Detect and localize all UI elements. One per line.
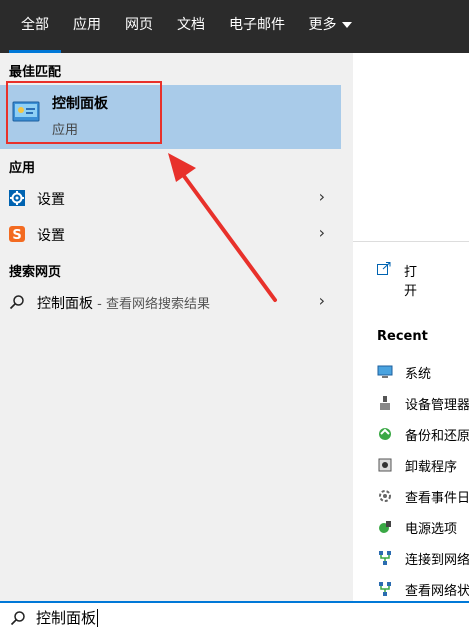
recent-item-label: 设备管理器 <box>405 398 469 413</box>
svg-text:S: S <box>12 228 21 242</box>
recent-item-label: 连接到网络 <box>405 553 469 568</box>
recent-item-label: 电源选项 <box>405 522 458 537</box>
results-pane: 最佳匹配 控制面板 应用 应用 设置 › S 设置 › 搜索网页 控制面板 - … <box>0 53 341 601</box>
recent-item-connect-network[interactable]: 连接到网络 <box>377 549 469 569</box>
gear-icon <box>9 190 25 206</box>
web-search-item[interactable]: 控制面板 - 查看网络搜索结果 › <box>0 285 341 321</box>
uninstall-icon <box>378 458 392 472</box>
search-input[interactable] <box>36 608 336 626</box>
recent-item-backup-restore[interactable]: 备份和还原 <box>377 425 469 445</box>
event-viewer-icon <box>379 490 391 502</box>
open-label: 打开 <box>404 265 418 299</box>
recent-item-label: 查看网络状 <box>405 584 469 599</box>
chevron-right-icon[interactable]: › <box>319 223 325 242</box>
top-nav: 全部 应用 网页 文档 电子邮件 更多 <box>0 0 469 53</box>
tab-web[interactable]: 网页 <box>118 0 160 53</box>
open-icon <box>377 262 391 275</box>
device-manager-icon <box>380 396 390 410</box>
recent-item-power-options[interactable]: 电源选项 <box>377 518 469 538</box>
recent-item-network-status[interactable]: 查看网络状 <box>377 580 469 600</box>
best-match-heading: 最佳匹配 <box>9 65 62 80</box>
chevron-right-icon[interactable]: › <box>319 187 325 206</box>
web-search-heading: 搜索网页 <box>9 265 62 280</box>
recent-item-system[interactable]: 系统 <box>377 363 469 383</box>
app-item-sogou-settings[interactable]: S 设置 › <box>0 217 341 253</box>
tab-apps-label: 应用 <box>73 17 101 33</box>
recent-item-label: 查看事件日 <box>405 491 469 506</box>
tab-all[interactable]: 全部 <box>9 0 61 53</box>
power-options-icon <box>379 521 391 533</box>
backup-restore-icon <box>379 428 391 440</box>
recent-item-label: 备份和还原 <box>405 429 469 444</box>
app-item-settings[interactable]: 设置 › <box>0 181 341 217</box>
tab-email[interactable]: 电子邮件 <box>223 0 291 53</box>
recent-item-device-manager[interactable]: 设备管理器 <box>377 394 469 414</box>
recent-item-label: 卸载程序 <box>405 460 458 475</box>
tab-all-label: 全部 <box>21 17 49 33</box>
web-search-query: 控制面板 <box>37 296 93 312</box>
network-icon <box>379 551 391 565</box>
tab-more-label: 更多 <box>308 17 337 33</box>
recent-heading: Recent <box>377 329 428 344</box>
recent-item-uninstall[interactable]: 卸载程序 <box>377 456 469 476</box>
web-search-hint: - 查看网络搜索结果 <box>93 297 210 312</box>
web-search-label: 控制面板 - 查看网络搜索结果 <box>37 293 210 313</box>
search-icon <box>10 611 25 626</box>
preview-pane: 打开 Recent 系统 设备管理器 备份和还原 卸载程序 查看事件日 电源选项… <box>353 53 469 601</box>
text-cursor <box>97 609 98 627</box>
recent-item-event-viewer[interactable]: 查看事件日 <box>377 487 469 507</box>
tab-email-label: 电子邮件 <box>229 17 285 33</box>
tab-more[interactable]: 更多 <box>303 0 357 53</box>
search-bar[interactable] <box>0 601 469 631</box>
app-item-label: 设置 <box>37 228 65 244</box>
app-item-label: 设置 <box>37 192 65 208</box>
tab-apps[interactable]: 应用 <box>66 0 108 53</box>
annotation-highlight-box <box>6 81 162 144</box>
recent-item-label: 系统 <box>405 367 432 382</box>
search-icon <box>9 295 24 310</box>
chevron-right-icon[interactable]: › <box>319 291 325 310</box>
monitor-icon <box>377 365 393 378</box>
divider <box>353 241 469 242</box>
network-status-icon <box>379 582 391 596</box>
tab-documents-label: 文档 <box>177 17 205 33</box>
apps-heading: 应用 <box>9 161 36 176</box>
sogou-settings-icon: S <box>9 226 25 242</box>
tab-web-label: 网页 <box>125 17 153 33</box>
tab-documents[interactable]: 文档 <box>170 0 212 53</box>
chevron-down-icon <box>341 22 352 28</box>
